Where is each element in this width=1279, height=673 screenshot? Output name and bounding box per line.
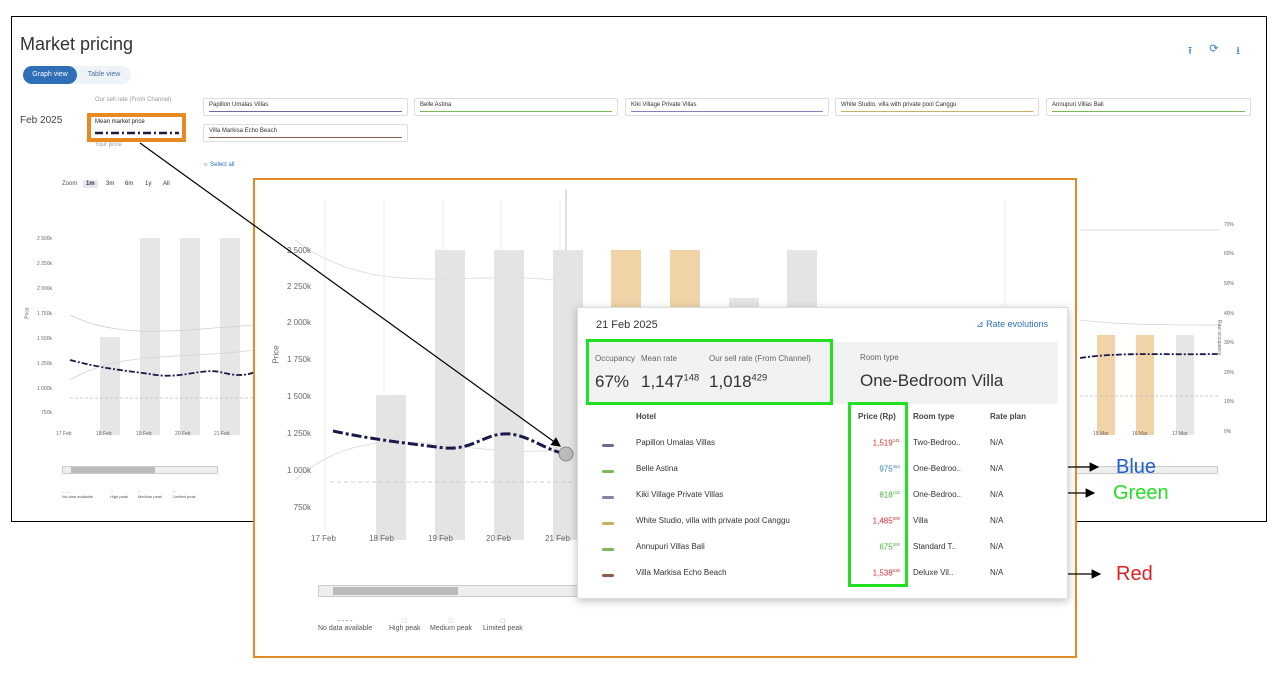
table-row: White Studio, villa with private pool Ca… bbox=[578, 516, 1067, 536]
mean-rate-label: Mean rate bbox=[641, 354, 678, 363]
room-type: One-Bedroo.. bbox=[913, 464, 962, 473]
rate-plan-column-header: Rate plan bbox=[990, 412, 1027, 421]
room-type: Villa bbox=[913, 516, 928, 525]
rate-plan: N/A bbox=[990, 542, 1004, 551]
blue-annotation: Blue bbox=[1116, 456, 1157, 478]
table-row: Kiki Village Private Villas 818182 One-B… bbox=[578, 490, 1067, 510]
legend-to-point-arrow bbox=[139, 142, 561, 447]
sell-rate-value: 1,018429 bbox=[709, 372, 768, 391]
red-annotation: Red bbox=[1116, 563, 1153, 585]
hotel-name: White Studio, villa with private pool Ca… bbox=[636, 516, 790, 525]
price-column-highlight bbox=[848, 402, 908, 587]
series-color-swatch bbox=[602, 496, 614, 499]
occupancy-label: Occupancy bbox=[595, 354, 636, 363]
hotel-column-header: Hotel bbox=[636, 412, 656, 421]
series-color-swatch bbox=[602, 548, 614, 551]
rate-plan: N/A bbox=[990, 516, 1004, 525]
summary-highlight-box: Occupancy Mean rate Our sell rate (From … bbox=[586, 339, 833, 405]
occupancy-value: 67% bbox=[595, 372, 630, 391]
table-row: Villa Markisa Echo Beach 1,538630 Deluxe… bbox=[578, 568, 1067, 588]
series-color-swatch bbox=[602, 522, 614, 525]
room-type-value: One-Bedroom Villa bbox=[860, 371, 1004, 390]
hotel-name: Annupuri Villas Bali bbox=[636, 542, 705, 551]
room-type-column-header: Room type bbox=[913, 412, 955, 421]
series-color-swatch bbox=[602, 574, 614, 577]
chart-icon: ⊿ bbox=[976, 319, 984, 329]
room-type-label: Room type bbox=[860, 353, 899, 362]
mean-rate-value: 1,147148 bbox=[641, 372, 700, 391]
series-color-swatch bbox=[602, 470, 614, 473]
room-type: Deluxe Vil.. bbox=[913, 568, 954, 577]
sell-rate-label: Our sell rate (From Channel) bbox=[709, 354, 811, 363]
hotel-name: Villa Markisa Echo Beach bbox=[636, 568, 727, 577]
rate-evolutions-link[interactable]: ⊿ Rate evolutions bbox=[976, 319, 1048, 330]
hotel-name: Kiki Village Private Villas bbox=[636, 490, 724, 499]
room-type: Two-Bedroo.. bbox=[913, 438, 961, 447]
rate-plan: N/A bbox=[990, 438, 1004, 447]
rate-plan: N/A bbox=[990, 490, 1004, 499]
green-annotation: Green bbox=[1113, 482, 1169, 504]
hotel-name: Papillon Umalas Villas bbox=[636, 438, 715, 447]
table-row: Belle Astina 975454 One-Bedroo.. N/A bbox=[578, 464, 1067, 484]
rate-plan: N/A bbox=[990, 568, 1004, 577]
series-color-swatch bbox=[602, 444, 614, 447]
tooltip-date: 21 Feb 2025 bbox=[596, 319, 658, 331]
room-type: Standard T.. bbox=[913, 542, 956, 551]
table-row: Papillon Umalas Villas 1,519141 Two-Bedr… bbox=[578, 438, 1067, 458]
rate-plan: N/A bbox=[990, 464, 1004, 473]
room-type: One-Bedroo.. bbox=[913, 490, 962, 499]
table-row: Annupuri Villas Bali 675000 Standard T..… bbox=[578, 542, 1067, 562]
hotel-name: Belle Astina bbox=[636, 464, 678, 473]
rate-tooltip: 21 Feb 2025 ⊿ Rate evolutions Occupancy … bbox=[577, 307, 1068, 599]
